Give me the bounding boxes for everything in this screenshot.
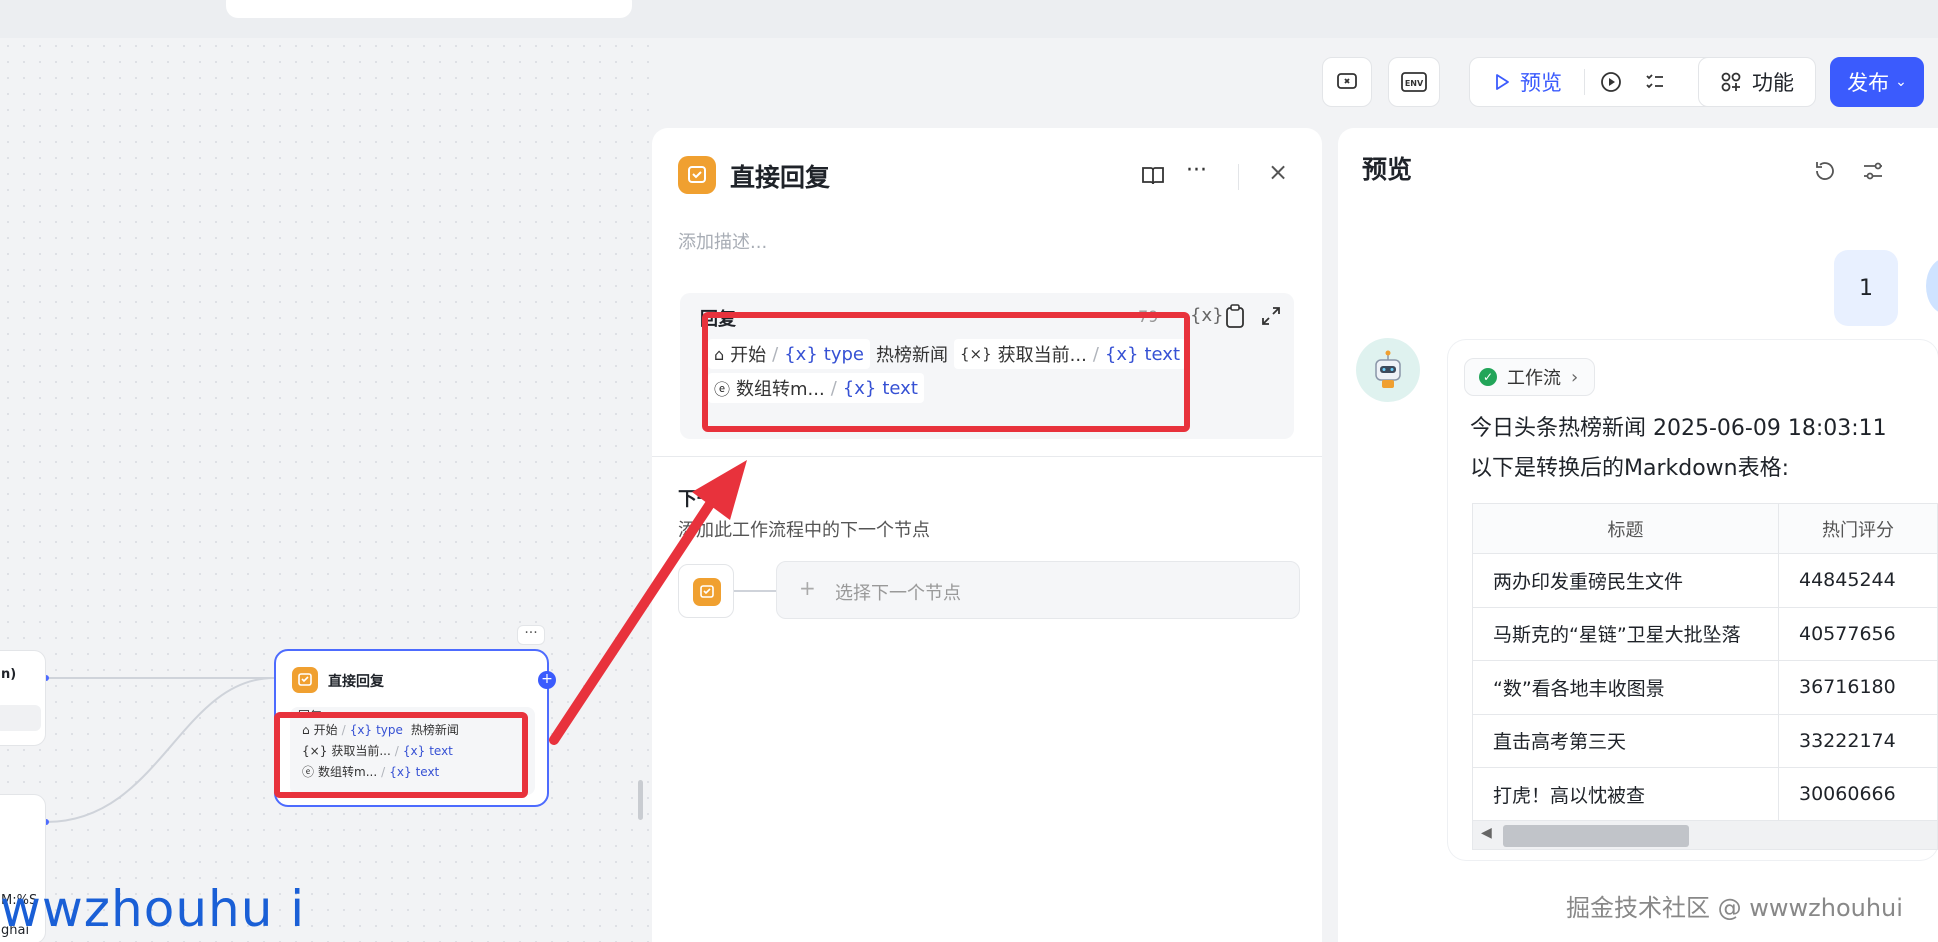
checklist-button[interactable] [1322, 57, 1372, 107]
settings-sliders-icon[interactable] [1860, 158, 1886, 184]
book-icon[interactable] [1140, 164, 1166, 188]
table-row: 马斯克的“星链”卫星大批坠落 40577656 [1472, 606, 1938, 661]
stub-field [0, 705, 41, 731]
table-cell: 打虎！高以忱被查 [1472, 767, 1779, 822]
table-cell: 马斯克的“星链”卫星大批坠落 [1472, 606, 1779, 661]
table-cell: 40577656 [1778, 606, 1938, 661]
user-message: 1 [1834, 250, 1898, 326]
bot-avatar [1356, 338, 1420, 402]
reply-icon [678, 156, 716, 194]
news-table: 标题 热门评分 两办印发重磅民生文件 44845244 马斯克的“星链”卫星大批坠… [1472, 503, 1938, 822]
table-row: 打虎！高以忱被查 30060666 [1472, 767, 1938, 822]
env-button[interactable]: ENV [1388, 57, 1440, 107]
table-row: 直击高考第三天 33222174 [1472, 713, 1938, 768]
table-header: 热门评分 [1778, 503, 1938, 554]
table-cell: 33222174 [1778, 713, 1938, 768]
more-icon[interactable]: ··· [1186, 158, 1207, 183]
refresh-icon[interactable] [1812, 158, 1838, 184]
insert-var-icon[interactable]: {x} [1190, 305, 1224, 326]
env-icon: ENV [1401, 72, 1427, 92]
description-input[interactable]: 添加描述... [678, 228, 767, 254]
chevron-right-icon: › [1571, 366, 1579, 388]
table-header: 标题 [1472, 503, 1779, 554]
clipboard-icon[interactable] [1224, 303, 1246, 329]
checklist-icon [1337, 73, 1357, 89]
node-title: 直接回复 [328, 674, 384, 690]
message-line: 以下是转换后的Markdown表格: [1470, 456, 1790, 481]
watermark-right: 掘金技术社区 @ wwwzhouhui [1566, 894, 1903, 922]
close-icon[interactable]: × [1268, 158, 1288, 186]
scroll-left-icon[interactable]: ◀ [1481, 825, 1492, 841]
preview-button[interactable]: 预览 [1492, 67, 1562, 97]
svg-text:ENV: ENV [1405, 79, 1424, 88]
horizontal-scrollbar[interactable]: ◀ [1472, 820, 1938, 850]
workflow-tag-label: 工作流 [1507, 368, 1561, 389]
watermark-left: wwzhouhu i [0, 880, 306, 938]
panel-title: 直接回复 [730, 163, 831, 192]
features-icon [1721, 72, 1741, 92]
robot-icon [1375, 350, 1401, 388]
preview-title: 预览 [1362, 155, 1413, 184]
upstream-node-stub[interactable]: n) [0, 650, 46, 746]
preview-label: 预览 [1520, 71, 1562, 95]
stub-fragment: n) [1, 667, 17, 682]
table-cell: 两办印发重磅民生文件 [1472, 553, 1779, 608]
next-node-select[interactable]: + 选择下一个节点 [776, 561, 1300, 619]
preview-toolbar-group: 预览 [1469, 57, 1717, 107]
workflow-tag[interactable]: ✓ 工作流 › [1464, 358, 1596, 396]
scrollbar-thumb[interactable] [1503, 825, 1689, 847]
resize-handle[interactable] [638, 780, 643, 820]
annotation-box [274, 712, 528, 798]
table-cell: 30060666 [1778, 767, 1938, 822]
check-circle-icon: ✓ [1479, 368, 1497, 386]
table-cell: “数”看各地丰收图景 [1472, 660, 1779, 715]
table-cell: 44845244 [1778, 553, 1938, 608]
publish-label: 发布 [1847, 71, 1890, 95]
user-avatar [1926, 258, 1938, 314]
chevron-down-icon: ⌄ [1895, 74, 1907, 90]
play-icon [1496, 74, 1509, 90]
features-label: 功能 [1752, 71, 1794, 95]
tab-active[interactable] [226, 0, 632, 18]
list-icon[interactable] [1643, 70, 1667, 94]
plus-icon: + [799, 576, 816, 600]
reply-node-icon [292, 667, 318, 693]
preview-panel: 预览 1 ✓ 工作流 › 今日头条热榜新闻 2025-06-09 18:03:1… [1338, 128, 1938, 942]
annotation-arrow [549, 460, 747, 745]
table-cell: 直击高考第三天 [1472, 713, 1779, 768]
table-cell: 36716180 [1778, 660, 1938, 715]
table-row: “数”看各地丰收图景 36716180 [1472, 660, 1938, 715]
expand-icon[interactable] [1260, 305, 1282, 327]
message-line: 今日头条热榜新闻 2025-06-09 18:03:11 [1470, 416, 1887, 441]
top-tab-bar [0, 0, 1938, 38]
select-placeholder: 选择下一个节点 [835, 583, 961, 604]
bot-message-card: ✓ 工作流 › 今日头条热榜新闻 2025-06-09 18:03:11 以下是… [1448, 340, 1938, 860]
publish-button[interactable]: 发布 ⌄ [1830, 57, 1924, 107]
features-button[interactable]: 功能 [1698, 57, 1816, 107]
table-row: 两办印发重磅民生文件 44845244 [1472, 553, 1938, 608]
annotation-box [702, 312, 1190, 432]
run-history-icon[interactable] [1599, 70, 1623, 94]
